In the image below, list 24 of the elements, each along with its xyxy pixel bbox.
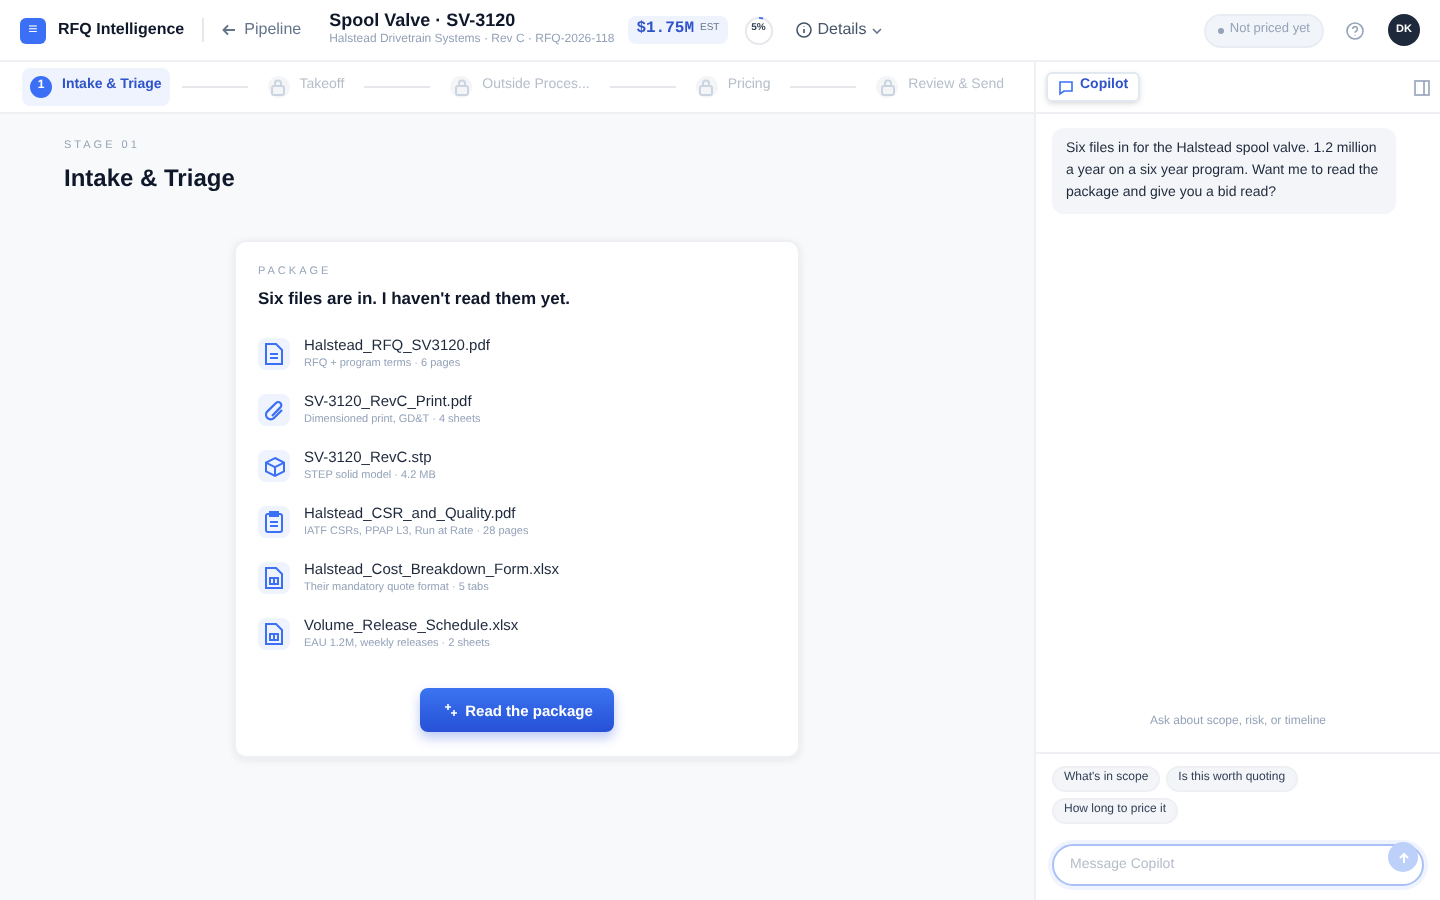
package-heading: Six files are in. I haven't read them yet. (258, 285, 573, 311)
app-name: RFQ Intelligence (58, 18, 185, 42)
send-button[interactable] (1388, 842, 1418, 872)
chat-bubble-icon (1058, 79, 1074, 95)
panel-toggle-icon[interactable] (1414, 79, 1430, 95)
spreadsheet-icon (264, 622, 284, 647)
info-icon (795, 22, 812, 38)
sparkle-icon (441, 702, 458, 719)
app-logo: ≡ (20, 17, 46, 43)
details-dropdown[interactable]: Details (795, 18, 883, 42)
lock-icon (270, 78, 287, 96)
back-arrow-icon (222, 24, 237, 36)
lock-icon (698, 78, 715, 96)
quote-title: Spool Valve · SV-3120 (329, 10, 518, 32)
lock-icon (879, 78, 896, 96)
stage-title: Intake & Triage (64, 162, 237, 197)
chevron-down-icon (872, 27, 883, 33)
arrow-up-icon (1397, 851, 1409, 863)
document-icon (264, 342, 284, 367)
spreadsheet-icon (264, 566, 284, 591)
lock-icon (453, 78, 470, 96)
back-button[interactable]: Pipeline (222, 18, 302, 42)
clipboard-icon (264, 510, 284, 535)
help-icon[interactable] (1346, 21, 1364, 39)
